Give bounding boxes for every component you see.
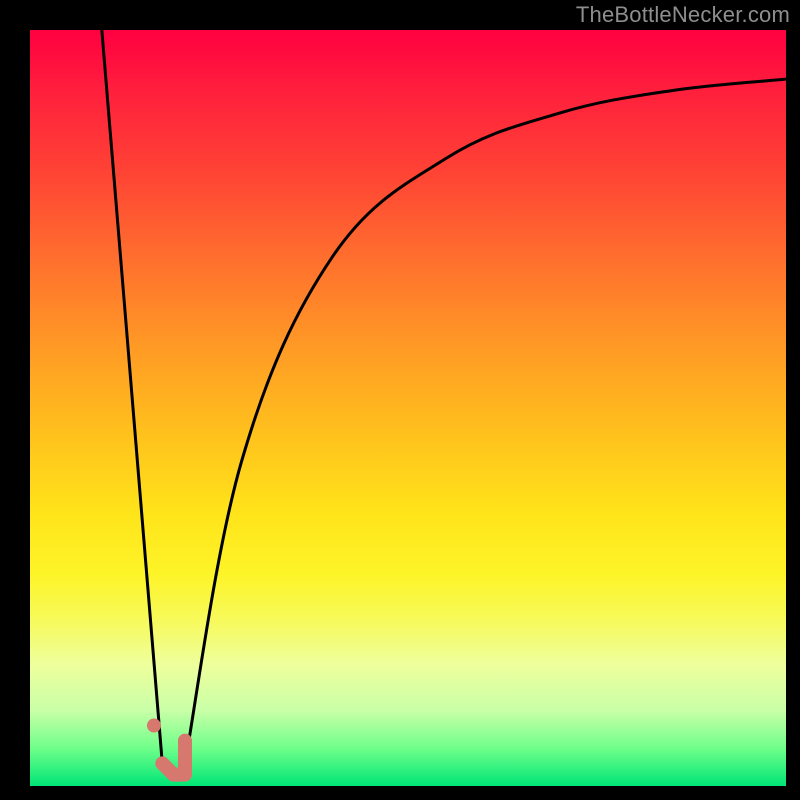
chart-frame: TheBottleNecker.com [0, 0, 800, 800]
watermark-text: TheBottleNecker.com [576, 2, 790, 28]
curve-left-descent [102, 30, 162, 763]
marker-dot [147, 719, 161, 733]
valley-marker [162, 741, 185, 775]
plot-area [30, 30, 786, 786]
curves-layer [30, 30, 786, 786]
curve-right [185, 79, 786, 763]
